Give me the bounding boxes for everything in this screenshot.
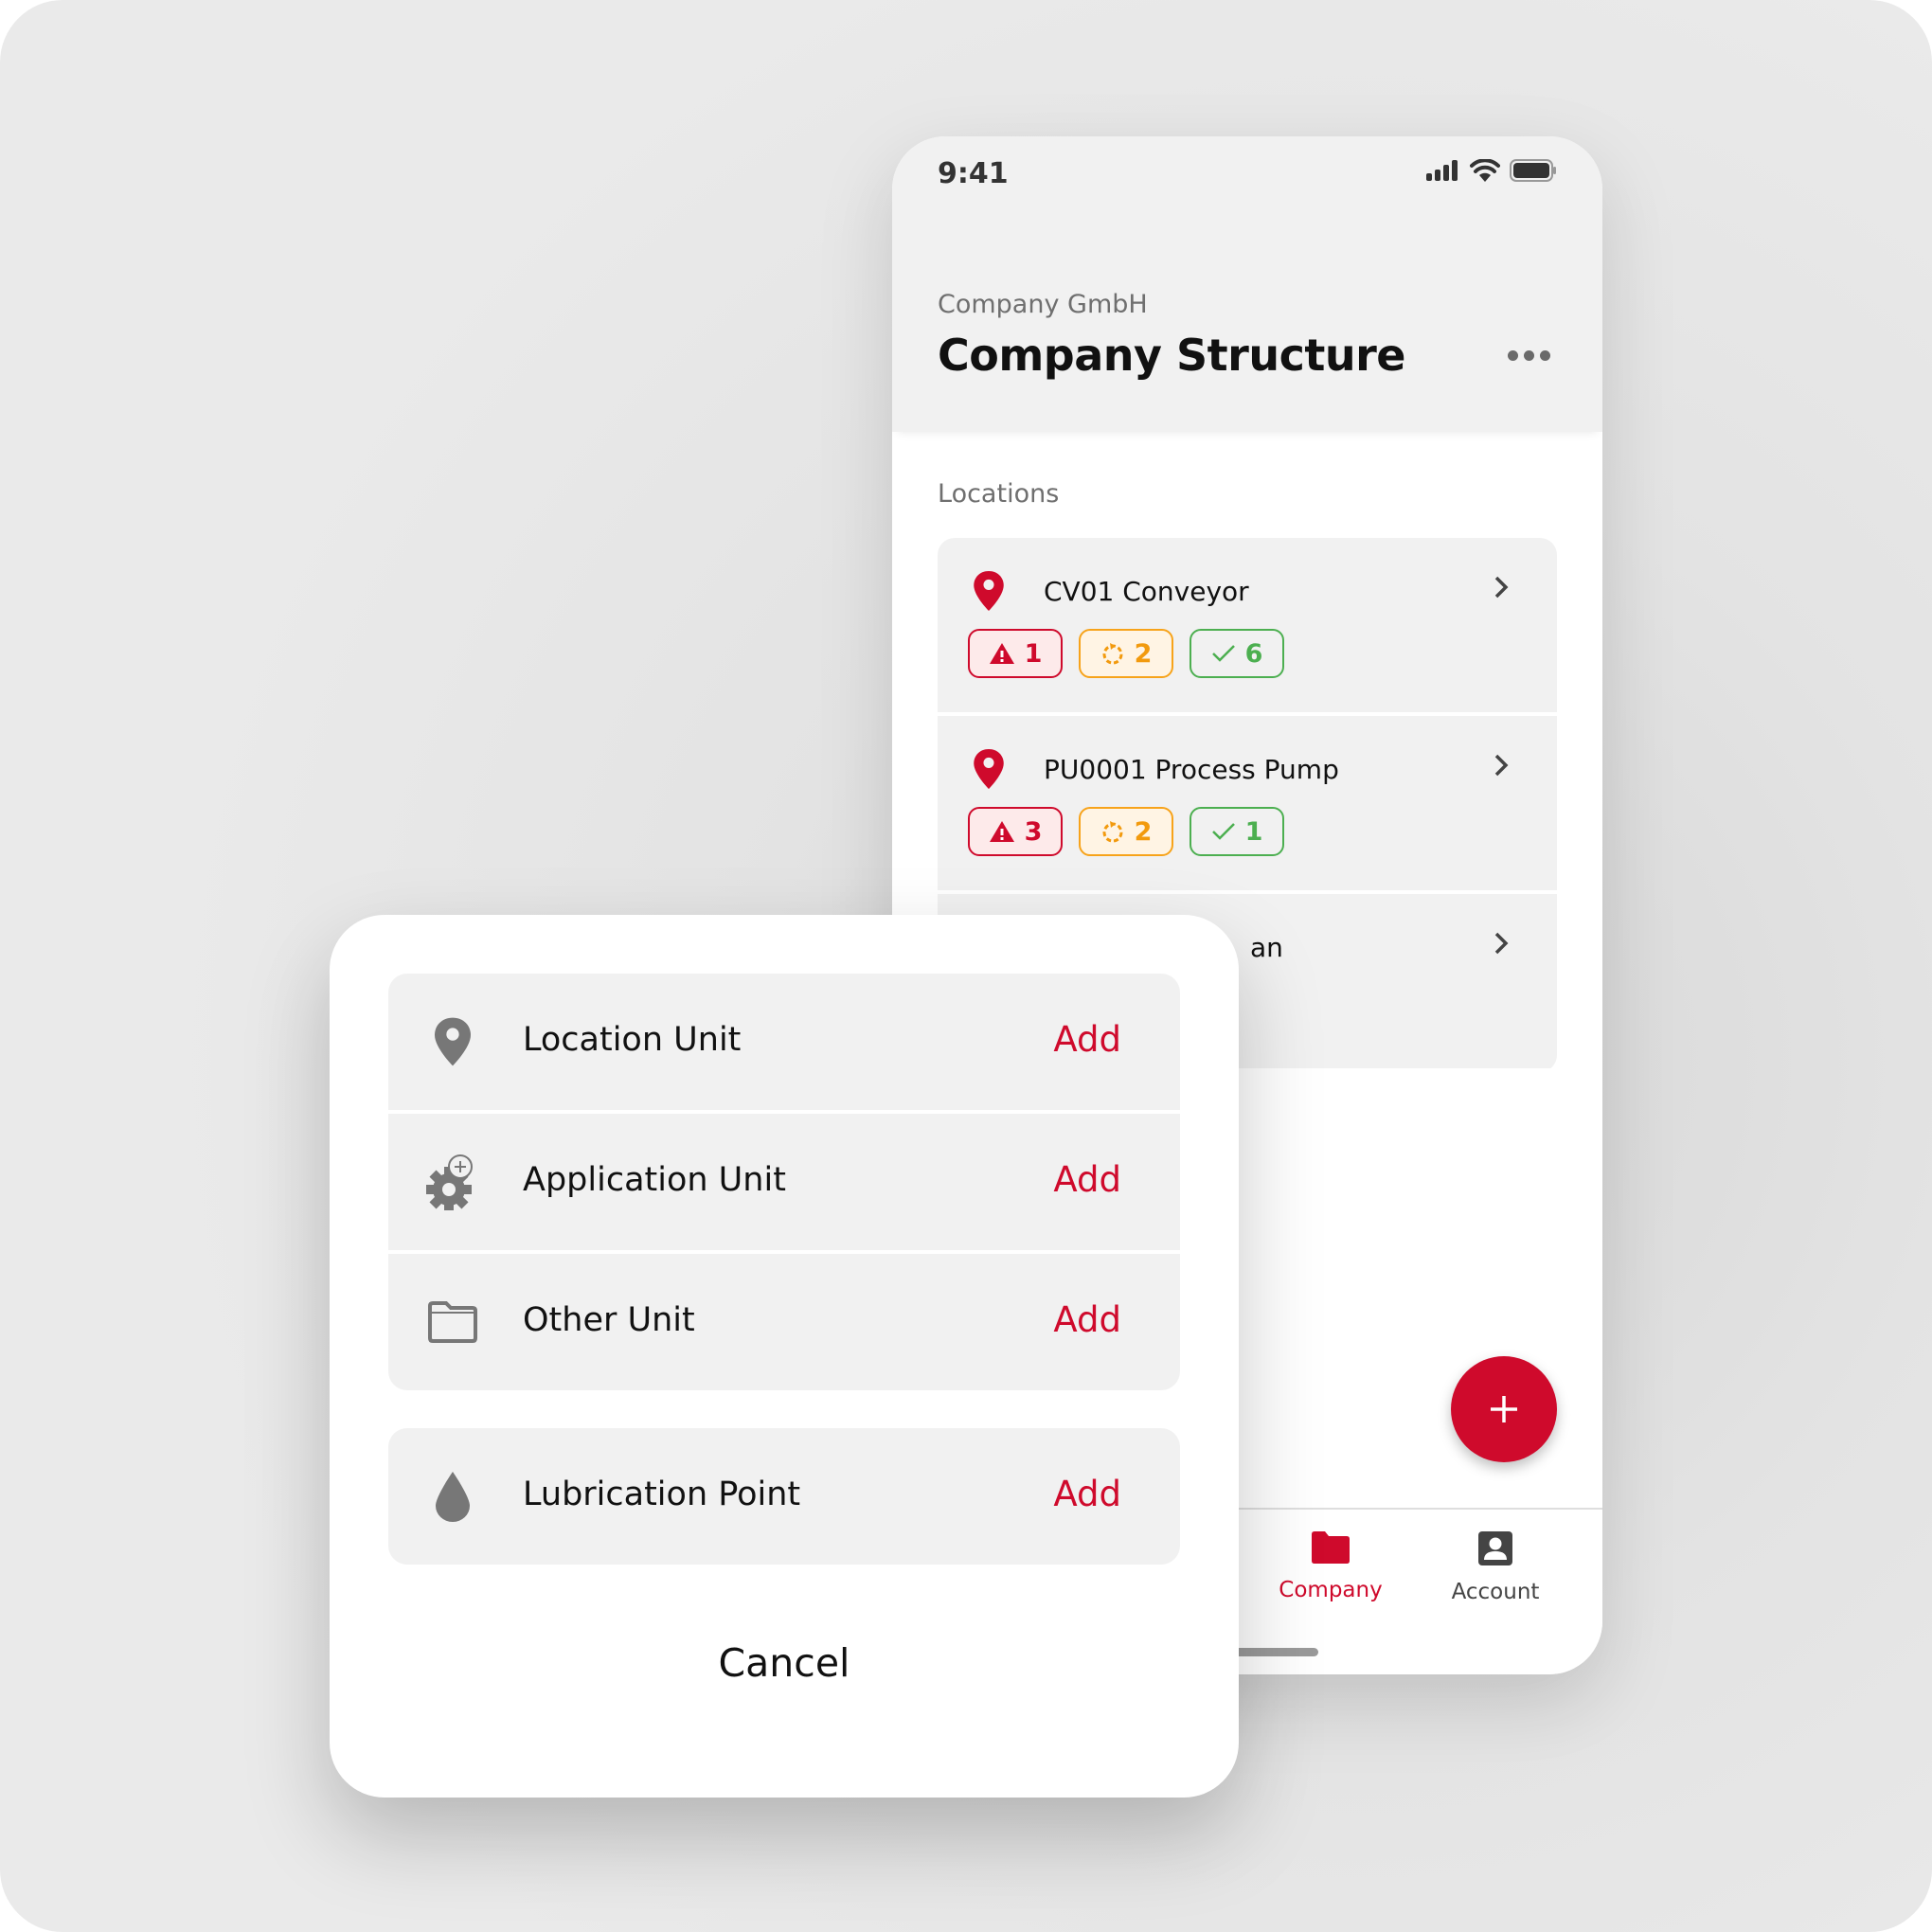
- lubrication-options-group: Lubrication Point Add: [388, 1428, 1180, 1565]
- company-name: Company GmbH: [938, 290, 1148, 319]
- signal-icon: [1426, 160, 1458, 181]
- chevron-right-icon: [1494, 754, 1509, 777]
- pending-badge: 2: [1079, 629, 1173, 678]
- refresh-dashed-icon: [1102, 821, 1123, 843]
- location-item[interactable]: CV01 Conveyor 1 2 6: [938, 538, 1557, 712]
- account-icon: [1478, 1531, 1512, 1565]
- option-label: Lubrication Point: [523, 1476, 801, 1513]
- status-icons: [1426, 159, 1557, 182]
- location-pin-icon: [974, 749, 1004, 789]
- folder-outline-icon: [426, 1296, 479, 1349]
- status-badges: 3 2 1: [968, 807, 1284, 856]
- tab-label: Account: [1451, 1580, 1540, 1604]
- location-item[interactable]: PU0001 Process Pump 3 2 1: [938, 716, 1557, 890]
- location-name: an: [1250, 932, 1283, 963]
- pending-count: 2: [1134, 816, 1153, 847]
- alert-count: 3: [1024, 816, 1043, 847]
- location-name: CV01 Conveyor: [1044, 576, 1249, 607]
- check-icon: [1211, 645, 1235, 662]
- option-label: Application Unit: [523, 1161, 786, 1199]
- gear-add-icon: [426, 1154, 479, 1210]
- option-label: Other Unit: [523, 1301, 695, 1339]
- more-horizontal-icon[interactable]: [1508, 350, 1550, 361]
- refresh-dashed-icon: [1102, 643, 1123, 665]
- app-header: 9:41 Company GmbH Company Structure: [892, 136, 1602, 432]
- done-count: 6: [1244, 638, 1263, 669]
- plus-icon: [1491, 1396, 1517, 1422]
- page-title: Company Structure: [938, 330, 1405, 381]
- add-button[interactable]: Add: [1053, 1474, 1121, 1514]
- background: 9:41 Company GmbH Company Structure Loca…: [0, 0, 1932, 1932]
- unit-options-group: Location Unit Add Application Unit Add O…: [388, 974, 1180, 1390]
- done-badge: 6: [1190, 629, 1284, 678]
- warning-icon: [989, 821, 1014, 842]
- pending-badge: 2: [1079, 807, 1173, 856]
- battery-icon: [1510, 159, 1556, 182]
- add-button[interactable]: Add: [1053, 1019, 1121, 1060]
- section-label: Locations: [938, 479, 1060, 509]
- alert-badge: 3: [968, 807, 1063, 856]
- cancel-button[interactable]: Cancel: [330, 1640, 1239, 1686]
- tab-label: Company: [1279, 1578, 1383, 1602]
- option-lubrication-point[interactable]: Lubrication Point Add: [388, 1428, 1180, 1565]
- alert-count: 1: [1024, 638, 1043, 669]
- chevron-right-icon: [1494, 932, 1509, 955]
- check-icon: [1211, 823, 1235, 840]
- option-application-unit[interactable]: Application Unit Add: [388, 1114, 1180, 1250]
- status-time: 9:41: [938, 157, 1009, 190]
- pending-count: 2: [1134, 638, 1153, 669]
- add-action-sheet: Location Unit Add Application Unit Add O…: [330, 915, 1239, 1798]
- status-badges: 1 2 6: [968, 629, 1284, 678]
- warning-icon: [989, 643, 1014, 664]
- wifi-icon: [1470, 159, 1500, 182]
- folder-icon: [1312, 1531, 1350, 1564]
- option-location-unit[interactable]: Location Unit Add: [388, 974, 1180, 1110]
- tab-account[interactable]: Account: [1415, 1530, 1576, 1604]
- alert-badge: 1: [968, 629, 1063, 678]
- location-pin-icon: [974, 571, 1004, 611]
- option-other-unit[interactable]: Other Unit Add: [388, 1254, 1180, 1390]
- option-label: Location Unit: [523, 1021, 742, 1059]
- tab-company[interactable]: Company: [1250, 1530, 1411, 1602]
- done-count: 1: [1244, 816, 1263, 847]
- add-button[interactable]: Add: [1053, 1159, 1121, 1200]
- location-name: PU0001 Process Pump: [1044, 754, 1339, 785]
- chevron-right-icon: [1494, 576, 1509, 599]
- done-badge: 1: [1190, 807, 1284, 856]
- add-button[interactable]: Add: [1053, 1299, 1121, 1340]
- drop-icon: [426, 1470, 479, 1523]
- location-pin-icon: [426, 1015, 479, 1068]
- add-fab-button[interactable]: [1451, 1356, 1557, 1462]
